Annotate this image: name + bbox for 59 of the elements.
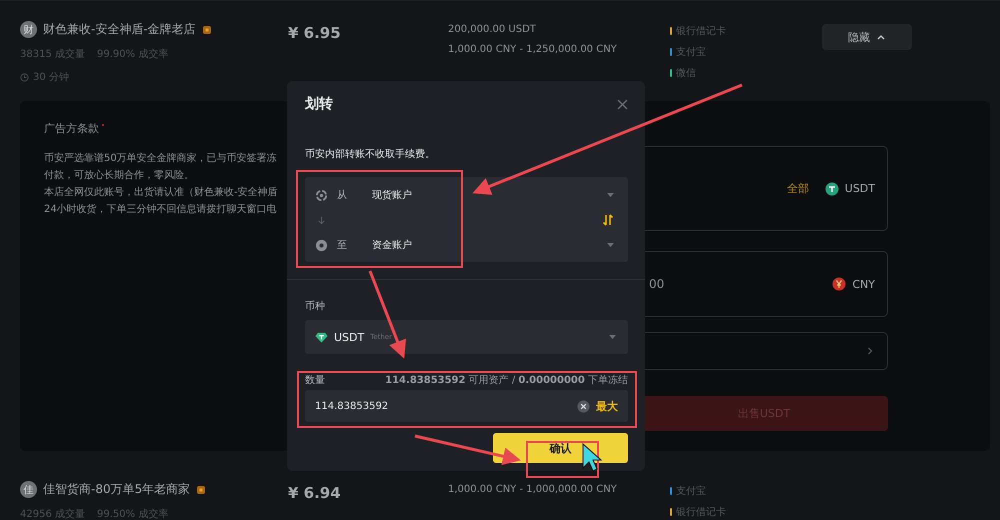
dropdown-caret-icon[interactable] — [607, 242, 614, 248]
balance-text: 114.83853592 可用资产 / 0.00000000 下单冻结 — [385, 374, 628, 387]
payment-method: 银行借记卡 — [676, 24, 726, 38]
wallet-icon — [315, 188, 328, 202]
dialog-title: 划转 — [305, 95, 333, 113]
amount-label: 数量 — [305, 374, 325, 387]
fee-note: 币安内部转账不收取手续费。 — [305, 148, 436, 161]
coin-icon — [315, 330, 328, 344]
all-link[interactable]: 全部 — [786, 181, 809, 196]
amount-field[interactable]: 114.83853592 最大 — [305, 390, 628, 422]
terms-text-line: 24小时收货，下单三分钟不回信息请拨打聊天窗口电 — [44, 202, 278, 217]
mouse-cursor-icon — [582, 442, 602, 472]
field-value: 00 — [649, 277, 664, 291]
dropdown-caret-icon — [609, 334, 616, 340]
terms-text-line: 本店全网仅此账号，出货请认准（财色兼收-安全神盾 — [44, 186, 279, 200]
currency-label: USDT — [844, 182, 875, 195]
order-limit: 1,000.00 CNY - 1,250,000.00 CNY — [448, 44, 618, 55]
target-icon — [315, 238, 328, 252]
dropdown-caret-icon[interactable] — [607, 192, 614, 198]
payment-method: 支付宝 — [676, 484, 706, 498]
coin-symbol: USDT — [334, 330, 364, 344]
yuan-coin-icon — [832, 277, 846, 291]
payment-method: 微信 — [676, 67, 696, 80]
avatar: 财 — [20, 21, 37, 38]
trade-count: 38315 成交量 — [20, 48, 85, 61]
terms-text-line: 付款，可放心长期合作，零风险。 — [44, 168, 195, 183]
terms-text-line: 币安严选靠谱50万单安全金牌商家，已与币安签署冻 — [44, 152, 278, 166]
merchant-badge-icon — [196, 484, 206, 494]
from-account[interactable]: 现货账户 — [372, 188, 607, 202]
clear-icon[interactable] — [577, 400, 590, 412]
clock-icon — [20, 72, 29, 82]
max-button[interactable]: 最大 — [596, 398, 618, 414]
merchant-badge-icon — [202, 24, 212, 34]
payment-time: 30 分钟 — [33, 70, 69, 84]
order-limit: 1,000.00 CNY - 1,000,000.00 CNY — [448, 484, 618, 495]
close-icon[interactable] — [617, 98, 628, 110]
coin-label: 币种 — [305, 300, 326, 313]
merchant-name[interactable]: 财色兼收-安全神盾-金牌老店 — [43, 21, 196, 38]
payment-method: 支付宝 — [676, 46, 706, 59]
from-label: 从 — [337, 188, 348, 202]
avatar: 佳 — [20, 481, 37, 498]
merchant-name[interactable]: 佳智货商-80万单5年老商家 — [43, 481, 190, 498]
swap-icon[interactable] — [602, 214, 614, 226]
price: ¥ 6.94 — [288, 483, 342, 504]
payment-method: 银行借记卡 — [676, 506, 726, 519]
coin-icon — [824, 182, 839, 196]
completion-rate: 99.50% 成交率 — [97, 508, 168, 520]
chevron-right-icon — [865, 346, 875, 356]
down-arrow-icon — [317, 216, 326, 224]
price: ¥ 6.95 — [288, 23, 342, 44]
field-value: 114.83853592 — [315, 400, 388, 412]
currency-label: CNY — [852, 278, 875, 290]
available-amount: 200,000.00 USDT — [448, 24, 537, 35]
completion-rate: 99.90% 成交率 — [97, 48, 168, 61]
terms-title: 广告方条款 — [44, 121, 99, 136]
hide-button[interactable]: 隐藏 — [822, 24, 912, 50]
to-label: 至 — [337, 239, 348, 252]
trade-count: 42956 成交量 — [20, 508, 85, 520]
to-account[interactable]: 资金账户 — [372, 238, 607, 252]
